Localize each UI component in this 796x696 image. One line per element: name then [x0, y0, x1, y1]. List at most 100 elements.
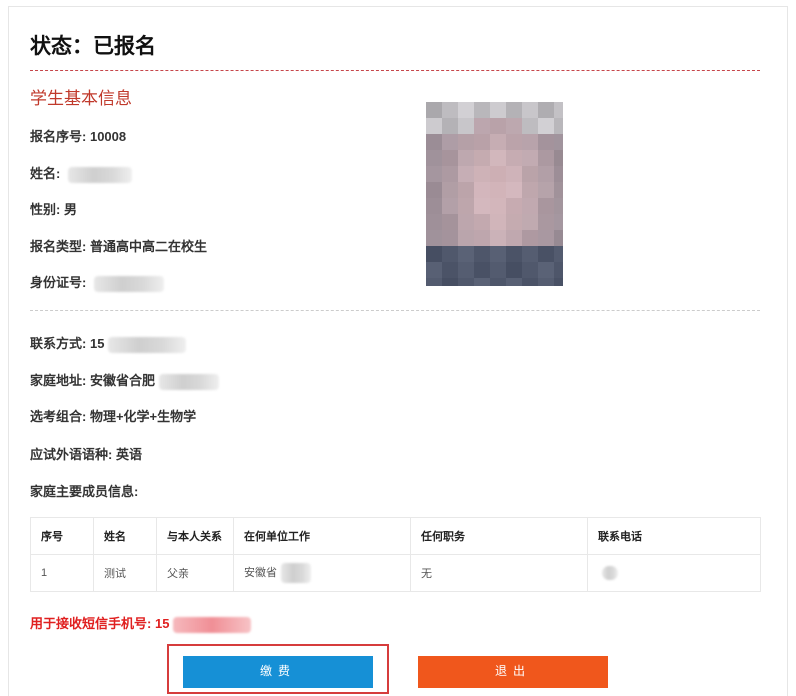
photo-mosaic-cell [458, 102, 474, 118]
photo-mosaic-cell [442, 214, 458, 230]
photo-mosaic-cell [458, 118, 474, 134]
gray-divider [30, 310, 760, 311]
subjects-value: 物理+化学+生物学 [89, 409, 197, 424]
photo-mosaic-cell [426, 246, 442, 262]
photo-mosaic-cell [442, 278, 458, 286]
cell-phone [587, 554, 761, 592]
photo-mosaic-cell [442, 102, 458, 118]
photo-mosaic-cell [442, 134, 458, 150]
family-members-table: 序号 姓名 与本人关系 在何单位工作 任何职务 联系电话 1 测试 父亲 安徽省… [30, 517, 761, 592]
photo-mosaic-cell [506, 118, 522, 134]
address-label: 家庭地址: [30, 373, 87, 388]
photo-mosaic-cell [490, 262, 506, 278]
photo-mosaic-cell [538, 182, 554, 198]
photo-mosaic-cell [522, 182, 538, 198]
gender-field: 性别: 男 [30, 199, 77, 218]
section-title-student-info: 学生基本信息 [30, 89, 132, 108]
photo-mosaic-cell [506, 230, 522, 246]
photo-mosaic-cell [426, 230, 442, 246]
status-title: 状态：已报名 [30, 35, 156, 58]
photo-mosaic-cell [474, 166, 490, 182]
photo-mosaic-cell [554, 118, 563, 134]
photo-mosaic-cell [474, 182, 490, 198]
photo-mosaic-cell [506, 198, 522, 214]
redacted-address [158, 373, 219, 390]
photo-mosaic-cell [554, 102, 563, 118]
language-value: 英语 [115, 447, 142, 462]
photo-mosaic-cell [506, 134, 522, 150]
photo-mosaic-cell [474, 262, 490, 278]
photo-mosaic-cell [554, 246, 563, 262]
header-phone: 联系电话 [587, 517, 761, 555]
photo-mosaic-cell [554, 262, 563, 278]
photo-mosaic-cell [426, 102, 442, 118]
header-name: 姓名 [93, 517, 157, 555]
photo-mosaic-cell [442, 262, 458, 278]
exit-button[interactable]: 退出 [418, 656, 608, 688]
reg-type-field: 报名类型: 普通高中高二在校生 [30, 236, 207, 255]
header-workplace: 在何单位工作 [233, 517, 411, 555]
phone-label: 联系方式: [30, 336, 87, 351]
photo-mosaic-cell [474, 278, 490, 286]
sms-phone-field: 用于接收短信手机号: 15 [30, 613, 252, 633]
photo-mosaic-cell [442, 230, 458, 246]
subjects-label: 选考组合: [30, 409, 87, 424]
photo-mosaic-cell [458, 214, 474, 230]
photo-mosaic-cell [458, 278, 474, 286]
cell-name: 测试 [93, 554, 157, 592]
photo-mosaic-cell [506, 262, 522, 278]
student-photo [426, 102, 563, 286]
subjects-field: 选考组合: 物理+化学+生物学 [30, 406, 196, 425]
reg-no-value: 10008 [89, 129, 127, 144]
photo-mosaic-cell [538, 166, 554, 182]
photo-mosaic-cell [474, 198, 490, 214]
photo-mosaic-cell [474, 102, 490, 118]
photo-mosaic-cell [426, 166, 442, 182]
redacted-member-phone [602, 566, 618, 580]
redacted-id-card [93, 275, 164, 292]
language-label: 应试外语语种: [30, 447, 113, 462]
language-field: 应试外语语种: 英语 [30, 444, 142, 463]
photo-mosaic-cell [538, 262, 554, 278]
redacted-name [67, 166, 132, 183]
photo-mosaic-cell [538, 278, 554, 286]
photo-mosaic-cell [506, 246, 522, 262]
photo-mosaic-cell [554, 278, 563, 286]
reg-type-value: 普通高中高二在校生 [89, 239, 207, 254]
header-position: 任何职务 [410, 517, 588, 555]
photo-mosaic-cell [506, 214, 522, 230]
photo-mosaic-cell [458, 246, 474, 262]
family-info-title: 家庭主要成员信息: [30, 484, 139, 499]
photo-mosaic-cell [506, 102, 522, 118]
photo-mosaic-cell [538, 246, 554, 262]
photo-mosaic-cell [458, 230, 474, 246]
address-value: 安徽省合肥 [89, 373, 155, 388]
photo-mosaic-cell [522, 118, 538, 134]
photo-mosaic-cell [506, 278, 522, 286]
redacted-phone [108, 336, 187, 353]
photo-mosaic-cell [522, 262, 538, 278]
photo-mosaic-cell [554, 214, 563, 230]
cell-position: 无 [410, 554, 588, 592]
photo-mosaic-cell [522, 150, 538, 166]
photo-mosaic-cell [506, 150, 522, 166]
photo-mosaic-cell [426, 214, 442, 230]
pay-button[interactable]: 缴费 [183, 656, 373, 688]
photo-mosaic-cell [554, 230, 563, 246]
photo-mosaic-cell [538, 134, 554, 150]
photo-mosaic-cell [442, 166, 458, 182]
photo-mosaic-cell [426, 278, 442, 286]
photo-mosaic-cell [554, 166, 563, 182]
photo-mosaic-cell [554, 134, 563, 150]
photo-mosaic-cell [458, 134, 474, 150]
photo-mosaic-cell [554, 182, 563, 198]
reg-no-field: 报名序号: 10008 [30, 126, 126, 145]
name-field: 姓名: [30, 163, 132, 183]
name-label: 姓名: [30, 166, 61, 181]
photo-mosaic-cell [490, 118, 506, 134]
photo-mosaic-cell [442, 246, 458, 262]
photo-mosaic-cell [490, 278, 506, 286]
photo-mosaic-cell [490, 150, 506, 166]
table-row: 1 测试 父亲 安徽省 无 [30, 554, 761, 592]
photo-mosaic-cell [458, 166, 474, 182]
